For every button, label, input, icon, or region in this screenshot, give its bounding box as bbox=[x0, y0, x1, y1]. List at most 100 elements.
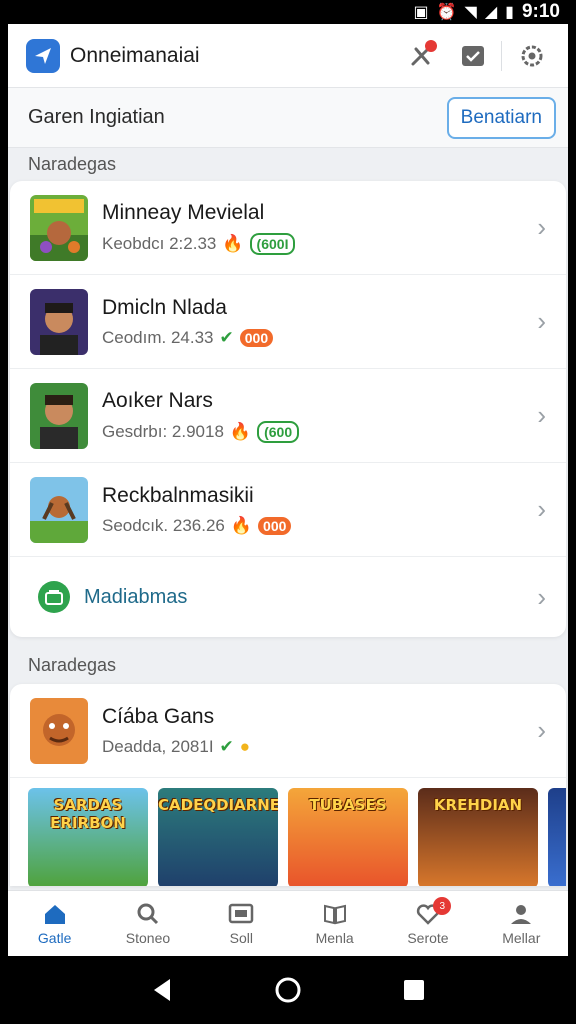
nav-library[interactable]: Menla bbox=[288, 891, 381, 956]
app-screen: Onneimanaiai Garen Ingiatian Benatiarn N… bbox=[8, 24, 568, 956]
home-circle-icon[interactable] bbox=[274, 976, 302, 1004]
banner-3[interactable]: TUBASES bbox=[288, 788, 408, 886]
game-row-2[interactable]: Dmicln Nlada Ceodım. 24.33 ✔ 000 › bbox=[10, 275, 566, 369]
store-icon bbox=[38, 581, 70, 613]
phone: ▣ ⏰ ◥ ◢ ▮ 9:10 Onneimanaiai Garen Ingiat… bbox=[0, 0, 576, 1024]
game-title: Cíába Gans bbox=[102, 704, 215, 728]
game-list-card: Minneay Mevielal Keobdcı 2:2.33 🔥 (600I … bbox=[10, 181, 566, 637]
subbar: Garen Ingiatian Benatiarn bbox=[8, 88, 568, 148]
chevron-right-icon: › bbox=[537, 715, 546, 745]
banner-5[interactable] bbox=[548, 788, 566, 886]
home-icon bbox=[44, 904, 65, 924]
back-icon[interactable] bbox=[150, 977, 174, 1003]
chevron-right-icon: › bbox=[537, 400, 546, 430]
banner-4[interactable]: KREHDIAN bbox=[418, 788, 538, 886]
status-bar: ▣ ⏰ ◥ ◢ ▮ 9:10 bbox=[0, 0, 576, 24]
section-1: Naradegas Minneay Mevielal Keobdcı 2:2.3… bbox=[8, 148, 568, 637]
subbar-title: Garen Ingiatian bbox=[28, 106, 165, 128]
game-badge: (600 bbox=[257, 420, 300, 443]
game-meta: Keobdcı 2:2.33 🔥 (600I bbox=[102, 232, 537, 255]
banner-1[interactable]: SARDAS ERIRBON bbox=[28, 788, 148, 886]
game-row-text: Minneay Mevielal Keobdcı 2:2.33 🔥 (600I bbox=[102, 201, 537, 255]
banner-title: CADEQDIARNEA bbox=[158, 796, 278, 814]
chevron-right-icon: › bbox=[537, 212, 546, 242]
game-thumbnail bbox=[30, 288, 88, 355]
game-thumbnail bbox=[30, 476, 88, 543]
more-row[interactable]: Madiabmas › bbox=[10, 557, 566, 637]
inbox-button[interactable] bbox=[451, 34, 495, 78]
status-time: 9:10 bbox=[521, 1, 560, 22]
nav-label: Soll bbox=[229, 929, 253, 946]
check-circle-icon: ✔ bbox=[219, 736, 234, 756]
game-title: Reckbalnmasikii bbox=[102, 483, 254, 507]
game-meta: Seodcık. 236.26 🔥 000 bbox=[102, 516, 537, 536]
game-meta: Deadda, 2081I ✔ ● bbox=[102, 737, 537, 757]
game-title: Dmicln Nlada bbox=[102, 295, 227, 319]
game-row-4[interactable]: Reckbalnmasikii Seodcık. 236.26 🔥 000 › bbox=[10, 463, 566, 557]
banner-2[interactable]: CADEQDIARNEA bbox=[158, 788, 278, 886]
inbox-icon bbox=[462, 45, 484, 66]
check-circle-icon: ✔ bbox=[219, 327, 234, 347]
alarm-icon: ⏰ bbox=[436, 4, 457, 21]
tv-icon bbox=[229, 903, 254, 923]
header-divider bbox=[501, 40, 502, 71]
game-badge: 000 bbox=[239, 328, 274, 347]
book-icon bbox=[323, 904, 346, 924]
nav-tv[interactable]: Soll bbox=[195, 891, 288, 956]
game-meta: Gesdrbı: 2.9018 🔥 (600 bbox=[102, 420, 537, 443]
banner-title: TUBASES bbox=[309, 796, 387, 814]
featured-card: Cíába Gans Deadda, 2081I ✔ ● › SARDAS ER… bbox=[10, 684, 566, 886]
game-stat: Ceodım. 24.33 bbox=[102, 327, 214, 347]
game-thumbnail bbox=[30, 697, 88, 764]
coin-icon: ● bbox=[239, 736, 251, 756]
system-nav-bar bbox=[0, 956, 576, 1024]
recents-icon[interactable] bbox=[402, 978, 426, 1002]
section-label: Naradegas bbox=[28, 154, 117, 174]
paper-plane-icon bbox=[35, 47, 51, 64]
gear-icon bbox=[521, 45, 543, 66]
nav-favorites[interactable]: 3 Serote bbox=[381, 891, 474, 956]
nav-home[interactable]: Gatle bbox=[8, 891, 101, 956]
search-icon bbox=[137, 903, 159, 924]
nav-label: Menla bbox=[315, 929, 354, 946]
game-thumbnail bbox=[30, 194, 88, 261]
game-row-3[interactable]: Aoıker Nars Gesdrbı: 2.9018 🔥 (600 › bbox=[10, 369, 566, 463]
nav-label: Mellar bbox=[502, 929, 541, 946]
notification-badge bbox=[425, 39, 437, 52]
game-thumbnail bbox=[30, 382, 88, 449]
banner-carousel[interactable]: SARDAS ERIRBON CADEQDIARNEA TUBASES KREH… bbox=[10, 778, 566, 886]
nav-label: Gatle bbox=[37, 929, 72, 946]
game-row-5[interactable]: Cíába Gans Deadda, 2081I ✔ ● › bbox=[10, 684, 566, 778]
game-title: Aoıker Nars bbox=[102, 388, 213, 412]
section-label: Naradegas bbox=[28, 655, 117, 675]
nav-profile[interactable]: Mellar bbox=[475, 891, 568, 956]
game-row-1[interactable]: Minneay Mevielal Keobdcı 2:2.33 🔥 (600I … bbox=[10, 181, 566, 275]
notification-icon: ▣ bbox=[413, 4, 429, 21]
chevron-right-icon: › bbox=[537, 494, 546, 524]
game-badge: (600I bbox=[249, 232, 296, 255]
battery-icon: ▮ bbox=[505, 4, 514, 21]
game-stat: Keobdcı 2:2.33 bbox=[102, 233, 217, 253]
settings-button[interactable] bbox=[510, 34, 554, 78]
game-row-text: Cíába Gans Deadda, 2081I ✔ ● bbox=[102, 705, 537, 757]
game-meta: Ceodım. 24.33 ✔ 000 bbox=[102, 328, 537, 348]
game-stat: Seodcık. 236.26 bbox=[102, 515, 225, 535]
fire-icon: 🔥 bbox=[229, 421, 252, 441]
tools-button[interactable] bbox=[399, 34, 443, 78]
game-stat: Gesdrbı: 2.9018 bbox=[102, 421, 224, 441]
game-stat: Deadda, 2081I bbox=[102, 736, 214, 756]
signal-icon: ◢ bbox=[484, 4, 498, 21]
nav-label: Serote bbox=[407, 929, 449, 946]
subbar-action-button[interactable]: Benatiarn bbox=[446, 96, 556, 139]
game-badge: 000 bbox=[258, 516, 292, 535]
game-row-text: Reckbalnmasikii Seodcık. 236.26 🔥 000 bbox=[102, 484, 537, 536]
game-row-text: Aoıker Nars Gesdrbı: 2.9018 🔥 (600 bbox=[102, 389, 537, 443]
chevron-right-icon: › bbox=[537, 306, 546, 336]
nav-label: Stoneo bbox=[125, 929, 171, 946]
app-title: Onneimanaiai bbox=[70, 43, 200, 67]
more-label: Madiabmas bbox=[84, 585, 188, 608]
bottom-nav: Gatle Stoneo Soll Menla 3 Serote Mellar bbox=[8, 890, 568, 956]
nav-search[interactable]: Stoneo bbox=[101, 891, 194, 956]
nav-badge: 3 bbox=[433, 897, 452, 915]
person-icon bbox=[511, 904, 532, 924]
